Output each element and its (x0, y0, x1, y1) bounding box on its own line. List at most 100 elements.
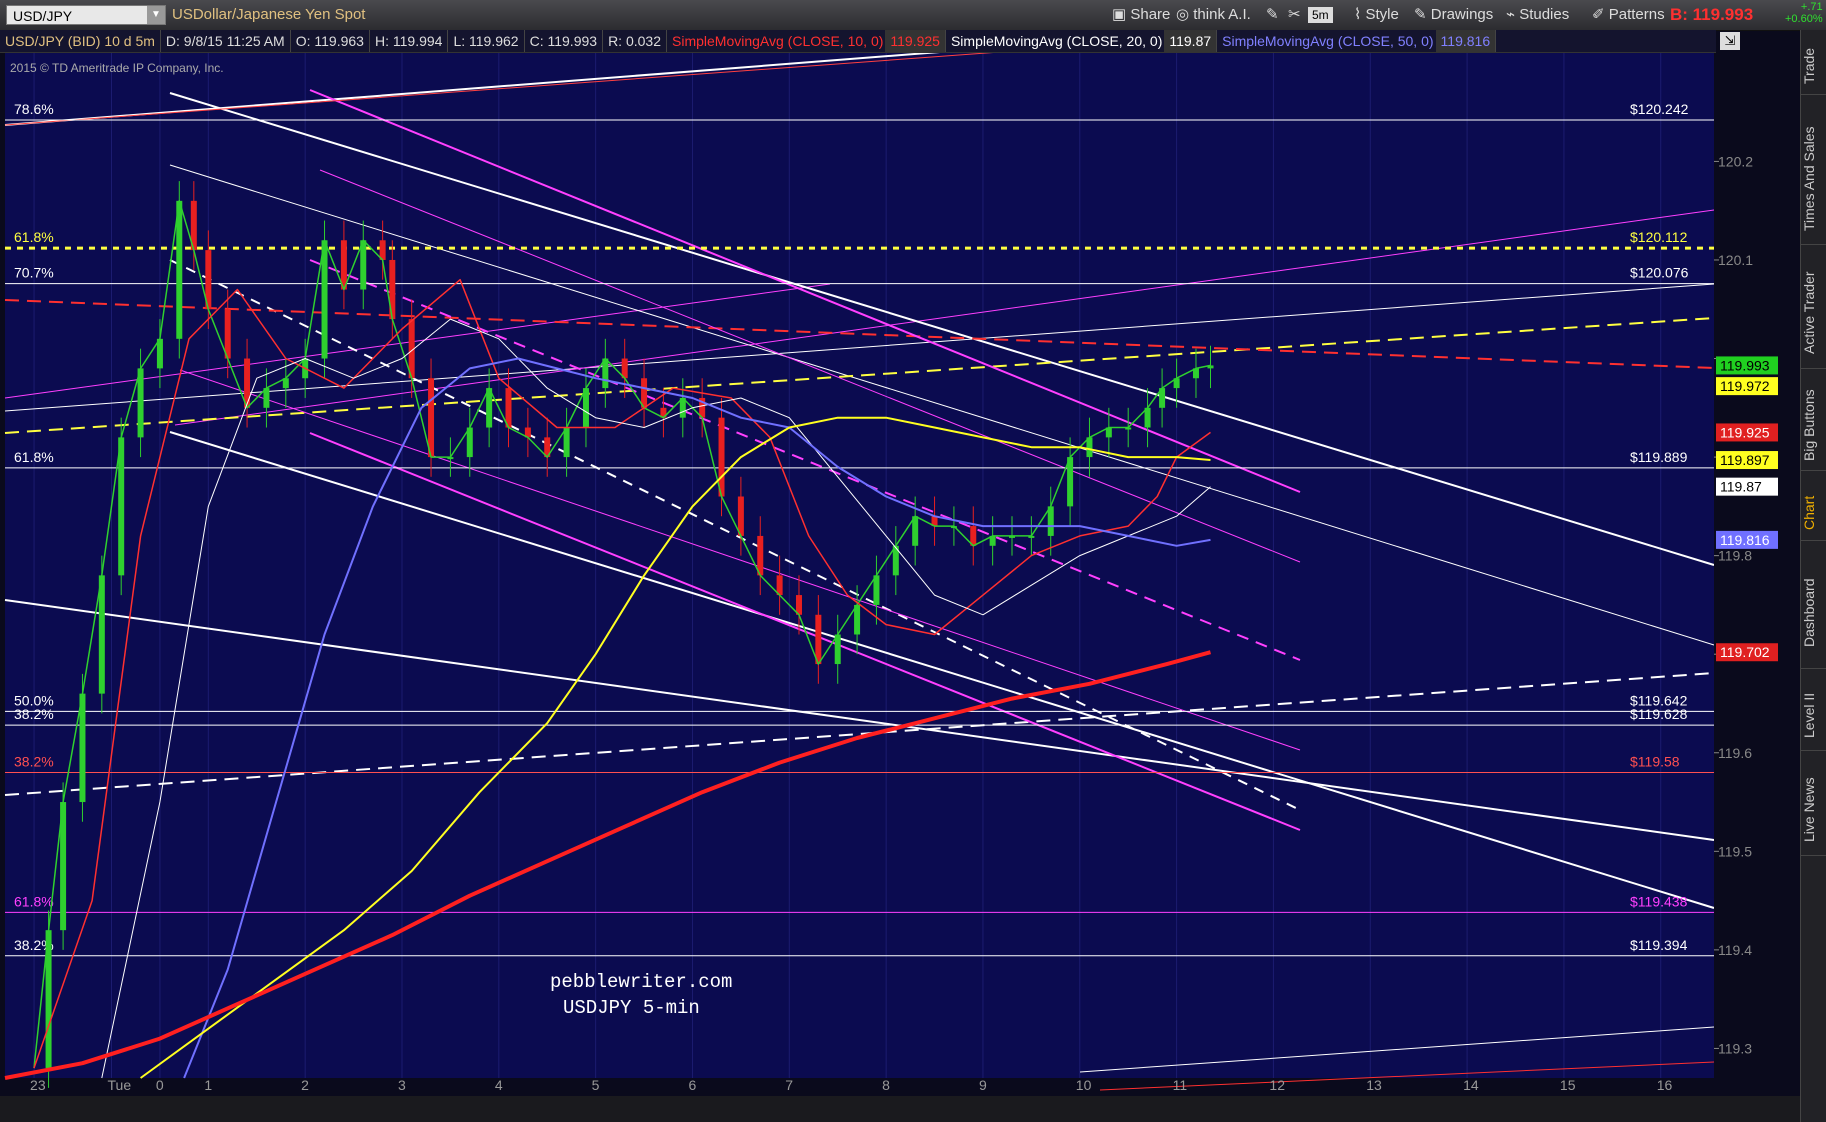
symbol-selector[interactable]: USD/JPY ▼ (6, 5, 166, 25)
legend-close: C: 119.993 (525, 30, 604, 52)
tab-trade[interactable]: Trade (1801, 38, 1826, 95)
candle-body (176, 200, 183, 339)
x-tick-label: 5 (592, 1077, 600, 1093)
drawing-tools-button[interactable]: ✎ (1262, 5, 1283, 25)
fib-level-price: $119.58 (1630, 753, 1680, 769)
legend-sma20-value: 119.87 (1164, 30, 1218, 52)
fib-level-pct: 38.2% (14, 706, 54, 722)
legend-range: R: 0.032 (603, 30, 667, 52)
legend-open: O: 119.963 (291, 30, 370, 52)
drawings-label: Drawings (1430, 6, 1494, 23)
copyright-text: 2015 © TD Ameritrade IP Company, Inc. (10, 61, 224, 75)
fib-level-pct: 61.8% (14, 229, 54, 245)
style-icon: ⌇ (1354, 6, 1362, 23)
fib-level-pct: 78.6% (14, 101, 54, 117)
fib-level-pct: 38.2% (14, 753, 54, 769)
legend-date: D: 9/8/15 11:25 AM (161, 30, 291, 52)
fib-level-price: $120.242 (1630, 101, 1689, 117)
legend-low: L: 119.962 (448, 30, 525, 52)
tab-level-ii[interactable]: Level II (1801, 680, 1826, 751)
studies-icon: ⌁ (1506, 6, 1516, 23)
tab-active-trader[interactable]: Active Trader (1801, 258, 1826, 369)
price-change: +.71 +0.60% (1785, 1, 1823, 25)
x-tick-label: 9 (979, 1077, 987, 1093)
legend-sma10[interactable]: SimpleMovingAvg (CLOSE, 10, 0) (667, 30, 885, 52)
legend-sma20[interactable]: SimpleMovingAvg (CLOSE, 20, 0) (946, 30, 1164, 52)
x-tick-label: 10 (1076, 1077, 1092, 1093)
price-tag-label: 119.702 (1720, 644, 1770, 660)
tab-chart[interactable]: Chart (1801, 485, 1826, 541)
tab-dashboard[interactable]: Dashboard (1801, 558, 1826, 669)
x-tick-label: 15 (1560, 1077, 1576, 1093)
fib-level-price: $119.438 (1630, 893, 1688, 909)
x-tick-label: 11 (1173, 1077, 1188, 1093)
tab-times-and-sales[interactable]: Times And Sales (1801, 114, 1826, 245)
studies-button[interactable]: ⌁ Studies (1502, 5, 1573, 25)
wrench-icon: ✂ (1288, 6, 1301, 23)
x-tick-label: 23 (30, 1077, 46, 1093)
y-tick-label: 120.2 (1718, 153, 1753, 169)
time-axis-bar (0, 1096, 1800, 1122)
price-tag-label: 119.87 (1720, 479, 1762, 495)
x-tick-label: 1 (204, 1077, 212, 1093)
candle-body (118, 437, 125, 576)
share-label: Share (1130, 6, 1171, 23)
legend-sma10-value: 119.925 (885, 30, 946, 52)
candle-body (428, 378, 435, 458)
price-tag-label: 119.925 (1720, 424, 1770, 440)
y-tick-label: 119.6 (1718, 745, 1752, 761)
tab-big-buttons[interactable]: Big Buttons (1801, 380, 1826, 471)
drawings-button[interactable]: ✎ Drawings (1410, 5, 1497, 25)
y-tick-label: 119.5 (1718, 843, 1752, 859)
chart-toolbar: USD/JPY ▼ USDollar/Japanese Yen Spot ▣ Sh… (0, 0, 1826, 31)
x-tick-label: 16 (1657, 1077, 1673, 1093)
symbol-text: USD/JPY (13, 8, 73, 24)
legend-sma50[interactable]: SimpleMovingAvg (CLOSE, 50, 0) (1217, 30, 1435, 52)
studies-label: Studies (1519, 6, 1570, 23)
change-abs: +.71 (1800, 1, 1823, 13)
price-tag-label: 119.972 (1720, 378, 1770, 394)
fib-level-pct: 61.8% (14, 893, 54, 909)
share-button[interactable]: ▣ Share (1108, 5, 1174, 25)
patterns-icon: ✐ (1592, 6, 1605, 23)
x-tick-label: 8 (882, 1077, 890, 1093)
study-legend: USD/JPY (BID) 10 d 5m D: 9/8/15 11:25 AM O… (0, 30, 1716, 53)
wrench-button[interactable]: ✂ (1284, 5, 1305, 25)
price-tag-label: 119.816 (1720, 532, 1770, 548)
fib-level-price: $120.076 (1630, 265, 1689, 281)
bid-price: B: 119.993 (1670, 5, 1754, 24)
fib-level-pct: 70.7% (14, 265, 54, 281)
patterns-button[interactable]: ✐ Patterns (1588, 5, 1669, 25)
watermark-line-1: pebblewriter.com (550, 971, 732, 993)
legend-high: H: 119.994 (370, 30, 449, 52)
interval-button[interactable]: 5m (1308, 7, 1333, 23)
patterns-label: Patterns (1608, 6, 1665, 23)
think-ai-button[interactable]: ◎ think A.I. (1172, 5, 1255, 25)
style-label: Style (1365, 6, 1399, 23)
legend-symbol: USD/JPY (BID) 10 d 5m (0, 30, 161, 52)
chevron-down-icon[interactable]: ▼ (147, 6, 165, 24)
x-tick-label: 14 (1463, 1077, 1479, 1093)
think-icon: ◎ (1176, 6, 1190, 23)
y-tick-label: 119.4 (1718, 942, 1752, 958)
y-axis-panel (1714, 53, 1800, 1078)
fib-level-price: $119.394 (1630, 937, 1688, 953)
x-tick-label: 13 (1366, 1077, 1382, 1093)
style-button[interactable]: ⌇ Style (1350, 5, 1403, 25)
fib-level-price: $120.112 (1630, 229, 1688, 245)
think-label: think A.I. (1193, 6, 1251, 23)
candle-body (718, 417, 725, 497)
fib-level-pct: 61.8% (14, 449, 54, 465)
price-chart[interactable]: 78.6% $120.242 61.8% $120.112 70.7% $120.076 6… (0, 0, 1826, 1122)
drawings-icon: ✎ (1414, 6, 1427, 23)
change-pct: +0.60% (1785, 13, 1823, 25)
legend-sma50-value: 119.816 (1435, 30, 1497, 52)
y-tick-label: 120.1 (1718, 252, 1753, 268)
x-tick-label: 2 (301, 1077, 309, 1093)
right-sidebar: Trade Times And Sales Active Trader Big … (1800, 30, 1826, 1122)
tab-live-news[interactable]: Live News (1801, 765, 1826, 856)
x-tick-label: 3 (398, 1077, 406, 1093)
y-tick-label: 119.8 (1718, 548, 1752, 564)
x-tick-label: Tue (108, 1077, 132, 1093)
expand-icon[interactable]: ⇲ (1720, 32, 1740, 50)
